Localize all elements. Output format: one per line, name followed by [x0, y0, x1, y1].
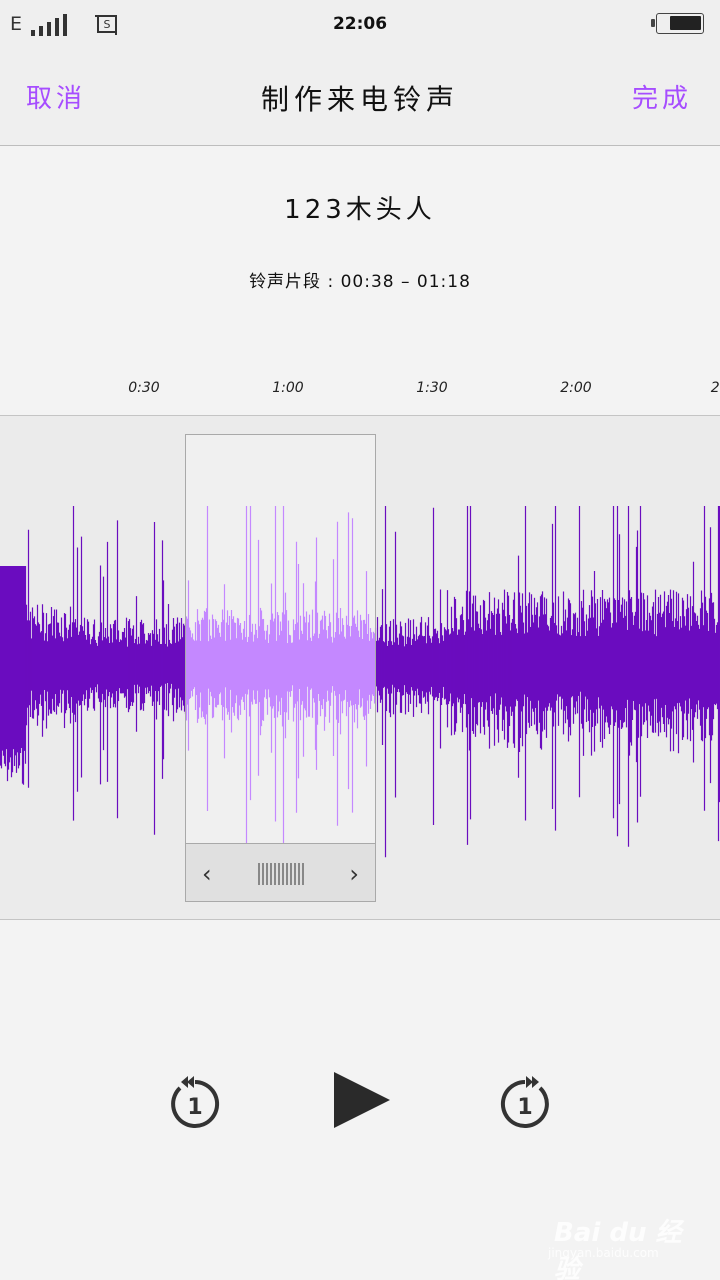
- rewind-label: 1: [187, 1095, 202, 1120]
- status-bar: E S 22:06: [0, 0, 720, 48]
- segment-separator: –: [394, 272, 417, 292]
- segment-label: 铃声片段 :: [249, 272, 341, 292]
- timeline-tick: 1:00: [272, 380, 304, 396]
- segment-end: 01:18: [416, 272, 471, 292]
- timeline-tick: 1:30: [416, 380, 448, 396]
- nudge-right-button[interactable]: ›: [349, 860, 359, 888]
- selection-handle[interactable]: ‹ ›: [186, 843, 375, 901]
- signal-icon: [31, 14, 71, 36]
- song-info: 123木头人 铃声片段 : 00:38 – 01:18 0:30 1:00 1:…: [0, 147, 720, 415]
- waveform-area[interactable]: ‹ ›: [0, 415, 720, 920]
- timeline-tick: 2:3: [710, 380, 720, 396]
- selection-window[interactable]: ‹ ›: [185, 434, 376, 902]
- cancel-button[interactable]: 取消: [26, 78, 86, 115]
- status-time: 22:06: [332, 14, 388, 34]
- play-button[interactable]: [330, 1068, 394, 1132]
- forward-label: 1: [517, 1095, 532, 1120]
- forward-1s-icon[interactable]: 1: [498, 1072, 552, 1130]
- page-title: 制作来电铃声: [260, 83, 459, 116]
- drag-grip-icon[interactable]: [258, 863, 306, 885]
- watermark-sub: jingyan.baidu.com: [548, 1246, 659, 1260]
- segment-start: 00:38: [340, 272, 395, 292]
- timeline-tick: 2:00: [560, 380, 592, 396]
- timeline-ruler: 0:30 1:00 1:30 2:00 2:3: [0, 380, 720, 402]
- rewind-1s-icon[interactable]: 1: [168, 1072, 222, 1130]
- nudge-left-button[interactable]: ‹: [202, 860, 212, 888]
- nav-bar: 取消 制作来电铃声 完成: [0, 48, 720, 146]
- done-button[interactable]: 完成: [632, 78, 692, 115]
- network-type: E: [10, 13, 23, 35]
- segment-range: 铃声片段 : 00:38 – 01:18: [0, 267, 720, 292]
- screenshot-icon: S: [95, 15, 117, 35]
- svg-text:S: S: [104, 18, 111, 31]
- song-title: 123木头人: [284, 195, 436, 225]
- timeline-tick: 0:30: [128, 380, 160, 396]
- battery-icon: [651, 13, 704, 34]
- watermark-logo: Bai du 经验 jingyan.baidu.com: [548, 1200, 698, 1280]
